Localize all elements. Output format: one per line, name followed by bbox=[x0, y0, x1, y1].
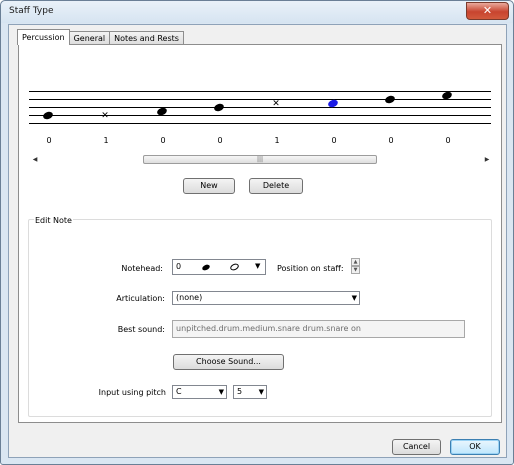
staff-note[interactable] bbox=[213, 102, 225, 113]
cancel-button[interactable]: Cancel bbox=[392, 439, 441, 455]
edit-note-title: Edit Note bbox=[34, 216, 73, 225]
solid-notehead-icon bbox=[201, 263, 211, 272]
chevron-down-icon: ▼ bbox=[218, 388, 224, 396]
notehead-value: 0 bbox=[176, 262, 182, 271]
position-on-staff-label: Position on staff: bbox=[277, 264, 344, 273]
title-bar: Staff Type ✕ bbox=[1, 1, 513, 23]
note-position-label: 0 bbox=[46, 136, 52, 145]
note-position-label: 0 bbox=[388, 136, 394, 145]
staff-line bbox=[29, 115, 491, 116]
note-position-label: 0 bbox=[445, 136, 451, 145]
tab-strip: Percussion General Notes and Rests bbox=[17, 29, 184, 45]
close-button[interactable]: ✕ bbox=[466, 2, 509, 20]
horizontal-scrollbar[interactable]: ◀ ||| ▶ bbox=[30, 154, 492, 165]
note-position-label: 0 bbox=[331, 136, 337, 145]
octave-select[interactable]: 5 ▼ bbox=[233, 385, 267, 399]
staff-note[interactable] bbox=[42, 110, 54, 121]
note-position-label: 1 bbox=[103, 136, 109, 145]
input-pitch-label: Input using pitch bbox=[98, 388, 166, 397]
staff-type-dialog: Staff Type ✕ Percussion General Notes an… bbox=[0, 0, 514, 465]
staff-note-cross[interactable]: ✕ bbox=[271, 100, 281, 109]
note-position-label: 0 bbox=[217, 136, 223, 145]
pitch-value: C bbox=[176, 387, 182, 396]
staff-line bbox=[29, 99, 491, 100]
staff-line bbox=[29, 91, 491, 92]
chevron-down-icon: ▼ bbox=[351, 294, 357, 302]
tab-notes-and-rests[interactable]: Notes and Rests bbox=[109, 31, 184, 45]
chevron-down-icon: ▼ bbox=[258, 388, 264, 396]
articulation-value: (none) bbox=[176, 293, 203, 302]
note-position-label: 1 bbox=[274, 136, 280, 145]
staff-line bbox=[29, 123, 491, 124]
delete-button[interactable]: Delete bbox=[249, 178, 303, 194]
staff-note-cross[interactable]: ✕ bbox=[100, 112, 110, 121]
chevron-down-icon: ▼ bbox=[255, 262, 261, 270]
scroll-left-icon[interactable]: ◀ bbox=[30, 154, 40, 165]
staff-note[interactable] bbox=[384, 94, 396, 105]
articulation-select[interactable]: (none) ▼ bbox=[172, 291, 360, 305]
percussion-panel: ✕ ✕ 0 1 0 0 1 0 0 0 ◀ ||| ▶ New Delete E… bbox=[18, 44, 502, 423]
staff-view[interactable]: ✕ ✕ 0 1 0 0 1 0 0 0 bbox=[29, 63, 491, 153]
scroll-right-icon[interactable]: ▶ bbox=[482, 154, 492, 165]
spin-up-icon[interactable]: ▲ bbox=[351, 258, 360, 266]
pitch-select[interactable]: C ▼ bbox=[172, 385, 227, 399]
best-sound-label: Best sound: bbox=[117, 325, 165, 334]
spin-down-icon[interactable]: ▼ bbox=[351, 266, 360, 274]
choose-sound-button[interactable]: Choose Sound... bbox=[173, 354, 284, 370]
window-title: Staff Type bbox=[9, 6, 54, 16]
scroll-thumb[interactable]: ||| bbox=[143, 155, 377, 164]
position-spinner[interactable]: ▲ ▼ bbox=[351, 258, 360, 274]
notehead-label: Notehead: bbox=[121, 264, 163, 273]
note-position-label: 0 bbox=[160, 136, 166, 145]
tab-percussion[interactable]: Percussion bbox=[17, 29, 70, 45]
new-button[interactable]: New bbox=[183, 178, 235, 194]
tab-general[interactable]: General bbox=[68, 31, 111, 45]
octave-value: 5 bbox=[237, 387, 243, 396]
ok-button[interactable]: OK bbox=[450, 439, 500, 455]
notehead-combo[interactable]: 0 ▼ bbox=[172, 259, 266, 275]
staff-line bbox=[29, 107, 491, 108]
dialog-body: Percussion General Notes and Rests ✕ ✕ 0… bbox=[8, 24, 507, 458]
open-notehead-icon bbox=[229, 262, 240, 272]
best-sound-field: unpitched.drum.medium.snare drum.snare o… bbox=[172, 320, 465, 338]
articulation-label: Articulation: bbox=[116, 294, 165, 303]
